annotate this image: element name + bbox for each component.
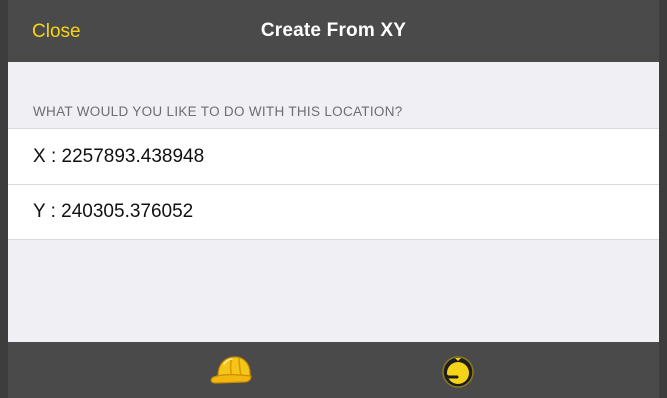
location-compass-icon (442, 356, 474, 388)
y-coordinate-row[interactable]: Y : 240305.376052 (8, 184, 659, 239)
x-coordinate-label: X : 2257893.438948 (33, 146, 205, 167)
app-frame: Close Create From XY WHAT WOULD YOU LIKE… (0, 0, 667, 398)
hard-hat-icon (210, 356, 252, 384)
page-title: Create From XY (260, 20, 407, 41)
y-coordinate-label: Y : 240305.376052 (33, 201, 194, 222)
section-header: WHAT WOULD YOU LIKE TO DO WITH THIS LOCA… (33, 104, 403, 119)
coordinates-table: X : 2257893.438948 Y : 240305.376052 (8, 128, 659, 240)
navigation-bar: Close Create From XY (8, 0, 659, 62)
x-coordinate-row[interactable]: X : 2257893.438948 (8, 129, 659, 184)
hard-hat-button[interactable] (208, 350, 252, 390)
bottom-toolbar (8, 342, 659, 398)
location-compass-button[interactable] (438, 350, 482, 390)
